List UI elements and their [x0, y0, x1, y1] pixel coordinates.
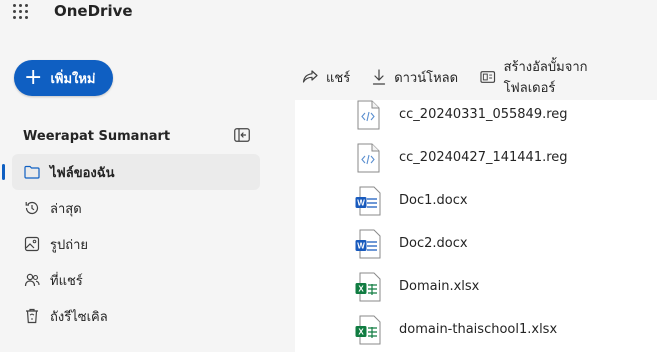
app-title[interactable]: OneDrive — [54, 2, 133, 20]
folder-icon — [24, 164, 40, 180]
new-button[interactable]: + เพิ่มใหม่ — [14, 60, 113, 96]
user-name: Weerapat Sumanart — [23, 129, 171, 144]
plus-icon: + — [24, 65, 43, 90]
file-name[interactable]: Domain.xlsx — [399, 279, 479, 294]
sidebar-item-label: รูปถ่าย — [50, 237, 89, 253]
sidebar-item-recent[interactable]: ล่าสุด — [0, 190, 262, 226]
download-button[interactable]: ดาวน์โหลด — [372, 67, 458, 88]
file-name[interactable]: Doc2.docx — [399, 236, 468, 251]
svg-text:X: X — [358, 285, 364, 294]
file-name[interactable]: Doc1.docx — [399, 193, 468, 208]
svg-text:W: W — [357, 242, 365, 251]
people-icon — [24, 272, 40, 288]
excel-file-icon: X — [355, 315, 381, 345]
sidebar-item-label: ล่าสุด — [50, 201, 82, 217]
top-bar: OneDrive — [0, 0, 657, 30]
download-label: ดาวน์โหลด — [394, 70, 459, 86]
file-row[interactable]: cc_20240331_055849.reg — [295, 94, 657, 134]
sidebar-nav: ไฟล์ของฉัน ล่าสุด รูปถ่าย ที่แชร์ ถังรีไ… — [0, 154, 262, 334]
file-name[interactable]: cc_20240331_055849.reg — [399, 107, 568, 122]
command-bar: แชร์ ดาวน์โหลด สร้างอัลบั้มจากโฟลเดอร์ — [302, 60, 657, 96]
create-album-button[interactable]: สร้างอัลบั้มจากโฟลเดอร์ — [480, 56, 635, 98]
image-icon — [24, 236, 40, 252]
svg-text:X: X — [358, 328, 364, 337]
file-row[interactable]: X Domain.xlsx — [295, 266, 657, 306]
sidebar-item-label: ถังรีไซเคิล — [50, 309, 108, 325]
download-icon — [373, 69, 386, 85]
share-button[interactable]: แชร์ — [302, 67, 350, 88]
code-file-icon — [357, 100, 380, 130]
code-file-icon — [357, 143, 380, 173]
sidebar-item-shared[interactable]: ที่แชร์ — [0, 262, 262, 298]
sidebar-item-photos[interactable]: รูปถ่าย — [0, 226, 262, 262]
share-label: แชร์ — [326, 70, 351, 86]
album-icon — [480, 71, 496, 83]
file-name[interactable]: domain-thaischool1.xlsx — [399, 322, 557, 337]
file-row[interactable]: X domain-thaischool1.xlsx — [295, 309, 657, 349]
file-name[interactable]: cc_20240427_141441.reg — [399, 150, 568, 165]
app-launcher-icon[interactable] — [13, 4, 29, 20]
collapse-pane-icon[interactable] — [234, 128, 250, 142]
word-file-icon: W — [355, 229, 381, 259]
create-album-label: สร้างอัลบั้มจากโฟลเดอร์ — [503, 60, 588, 96]
share-icon — [302, 70, 318, 83]
svg-text:W: W — [357, 199, 365, 208]
sidebar-item-my-files[interactable]: ไฟล์ของฉัน — [2, 154, 260, 190]
file-row[interactable]: W Doc2.docx — [295, 223, 657, 263]
sidebar-item-label: ไฟล์ของฉัน — [50, 165, 115, 181]
file-row[interactable]: cc_20240427_141441.reg — [295, 137, 657, 177]
excel-file-icon: X — [355, 272, 381, 302]
history-icon — [24, 200, 40, 216]
word-file-icon: W — [355, 186, 381, 216]
file-row[interactable]: W Doc1.docx — [295, 180, 657, 220]
recycle-bin-icon — [24, 308, 40, 324]
file-list: cc_20240331_055849.reg cc_20240427_14144… — [295, 100, 657, 352]
new-button-label: เพิ่มใหม่ — [50, 71, 96, 87]
sidebar-item-label: ที่แชร์ — [50, 273, 83, 289]
sidebar-item-recycle-bin[interactable]: ถังรีไซเคิล — [0, 298, 262, 334]
